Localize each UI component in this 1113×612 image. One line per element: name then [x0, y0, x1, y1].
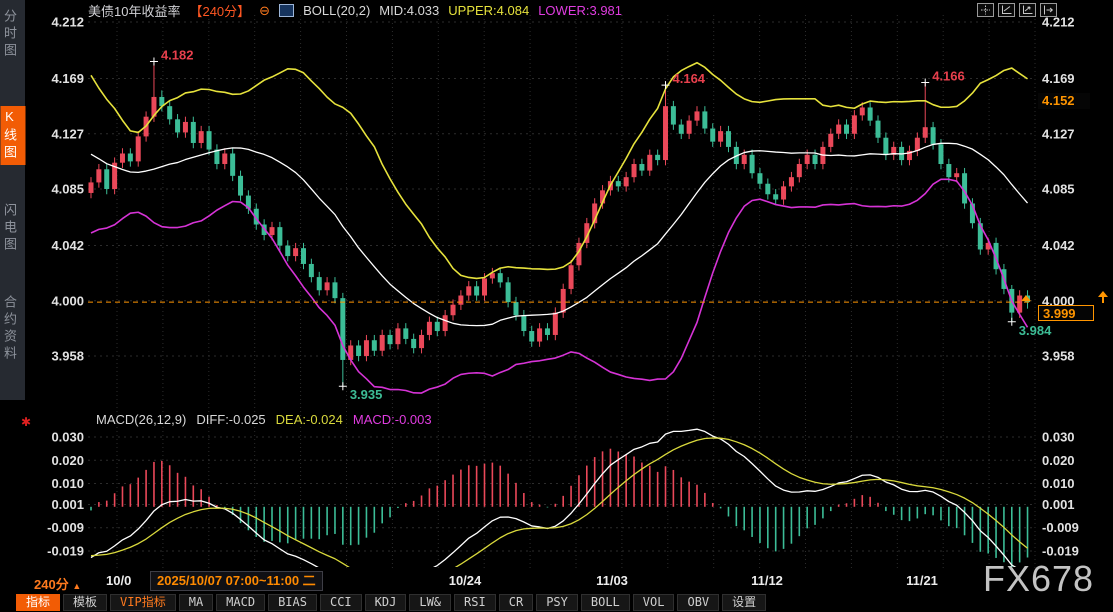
xaxis-partial-label-left: 10/0 [106, 573, 131, 588]
indicator-toolbar: 指标 模板 VIP指标 MA MACD BIAS CCI KDJ LW& RSI… [16, 594, 766, 611]
xaxis-tick-label: 11/03 [596, 573, 628, 588]
macd-macd-value: MACD:-0.003 [353, 412, 432, 427]
indicator-chart-icon [279, 4, 294, 17]
price-axis-label: 4.042 [51, 238, 84, 253]
boll-label: BOLL(20,2) [303, 3, 370, 18]
xaxis-tick-label: 11/12 [751, 573, 783, 588]
toolbar-cr-button[interactable]: CR [499, 594, 533, 611]
price-axis-label: 4.085 [51, 182, 84, 197]
move-tool-icon[interactable] [977, 3, 994, 17]
price-axis-label: 4.042 [1042, 238, 1075, 253]
toolbar-bias-button[interactable]: BIAS [268, 594, 317, 611]
price-axis-label: 4.169 [1042, 71, 1075, 86]
sidebar-item-contract-info[interactable]: 合约资料 [0, 292, 25, 366]
price-axis-label: 0.020 [1042, 453, 1075, 468]
toolbar-vip-indicator-button[interactable]: VIP指标 [110, 594, 176, 611]
svg-text:3.984: 3.984 [1019, 323, 1052, 338]
toolbar-settings-button[interactable]: 设置 [722, 594, 766, 611]
price-axis-label: 0.010 [51, 476, 84, 491]
chart-canvas[interactable]: 4.1823.9354.1644.1663.9844.2124.2124.169… [0, 0, 1113, 612]
price-axis-label: 3.958 [51, 349, 84, 364]
settlement-price-label: 4.152 [1038, 93, 1090, 109]
scroll-to-latest-icon[interactable] [1097, 290, 1109, 309]
chart-header: 美债10年收益率 【240分】 ⊖ BOLL(20,2) MID:4.033 U… [88, 1, 622, 20]
price-axis-label: -0.019 [1042, 544, 1079, 559]
price-axis-label: 4.127 [1042, 126, 1075, 141]
boll-lower-value: LOWER:3.981 [538, 3, 622, 18]
collapse-icon[interactable]: ⊖ [259, 3, 270, 19]
instrument-title: 美债10年收益率 [88, 1, 180, 20]
price-axis-label: 0.030 [1042, 430, 1075, 445]
toolbar-boll-button[interactable]: BOLL [581, 594, 630, 611]
boll-upper-value: UPPER:4.084 [448, 3, 529, 18]
xaxis-tick-label: 10/24 [449, 573, 482, 588]
app-root: 4.1823.9354.1644.1663.9844.2124.2124.169… [0, 0, 1113, 612]
current-price-label: 3.999 [1038, 305, 1094, 321]
fx678-watermark: FX678 [983, 558, 1094, 600]
macd-dea-value: DEA:-0.024 [276, 412, 343, 427]
period-dropdown[interactable]: 240分 ▲ [34, 574, 81, 593]
price-axis-label: 3.958 [1042, 349, 1075, 364]
toolbar-template-button[interactable]: 模板 [63, 594, 107, 611]
toolbar-vol-button[interactable]: VOL [633, 594, 675, 611]
xaxis-tick-label: 11/21 [906, 573, 938, 588]
toolbar-psy-button[interactable]: PSY [536, 594, 578, 611]
sidebar-item-timeline-chart[interactable]: 分时图 [0, 6, 25, 63]
price-axis-label: 0.001 [51, 497, 84, 512]
chevron-up-icon: ▲ [72, 581, 81, 591]
crosshair-date-tooltip: 2025/10/07 07:00~11:00 二 [150, 571, 323, 591]
price-axis-label: -0.009 [47, 520, 84, 535]
toolbar-kdj-button[interactable]: KDJ [365, 594, 407, 611]
period-dropdown-label: 240分 [34, 577, 69, 592]
toolbar-obv-button[interactable]: OBV [677, 594, 719, 611]
price-axis-label: 4.127 [51, 126, 84, 141]
price-axis-label: 0.030 [51, 430, 84, 445]
toolbar-cci-button[interactable]: CCI [320, 594, 362, 611]
svg-text:4.166: 4.166 [932, 68, 965, 83]
toolbar-ma-button[interactable]: MA [179, 594, 213, 611]
price-axis-label: -0.019 [47, 544, 84, 559]
macd-title: MACD(26,12,9) [96, 412, 186, 427]
price-axis-label: 4.000 [51, 293, 84, 308]
collapse-panel-icon[interactable] [1040, 3, 1057, 17]
price-axis-label: 0.010 [1042, 476, 1075, 491]
candlesticks [89, 61, 1031, 386]
current-price-line [88, 295, 1032, 302]
svg-text:4.182: 4.182 [161, 47, 194, 62]
price-axis-label: 4.169 [51, 71, 84, 86]
price-axis-label: 4.212 [51, 15, 84, 30]
period-tag: 【240分】 [189, 1, 250, 20]
price-axis-label: 4.085 [1042, 182, 1075, 197]
axis-pan-icon[interactable] [1019, 3, 1036, 17]
macd-diff-value: DIFF:-0.025 [196, 412, 265, 427]
boll-mid-value: MID:4.033 [379, 3, 439, 18]
axis-scale-icon[interactable] [998, 3, 1015, 17]
price-axis-label: 0.020 [51, 453, 84, 468]
sidebar-item-flash-chart[interactable]: 闪电图 [0, 200, 25, 257]
left-sidebar: 分时图 K线图 闪电图 合约资料 [0, 0, 25, 400]
macd-header: MACD(26,12,9) DIFF:-0.025 DEA:-0.024 MAC… [96, 412, 432, 427]
svg-text:3.935: 3.935 [350, 387, 383, 402]
toolbar-lw-button[interactable]: LW& [409, 594, 451, 611]
toolbar-macd-button[interactable]: MACD [216, 594, 265, 611]
bollinger-bands [91, 63, 1028, 393]
svg-text:4.164: 4.164 [673, 71, 706, 86]
macd-panel [91, 429, 1028, 593]
toolbar-indicator-button[interactable]: 指标 [16, 594, 60, 611]
window-controls [977, 3, 1057, 17]
price-axis-label: -0.009 [1042, 520, 1079, 535]
price-axis-label: 0.001 [1042, 497, 1075, 512]
live-indicator-icon: ✱ [21, 415, 31, 429]
toolbar-rsi-button[interactable]: RSI [454, 594, 496, 611]
sidebar-item-kline-chart[interactable]: K线图 [0, 106, 25, 165]
